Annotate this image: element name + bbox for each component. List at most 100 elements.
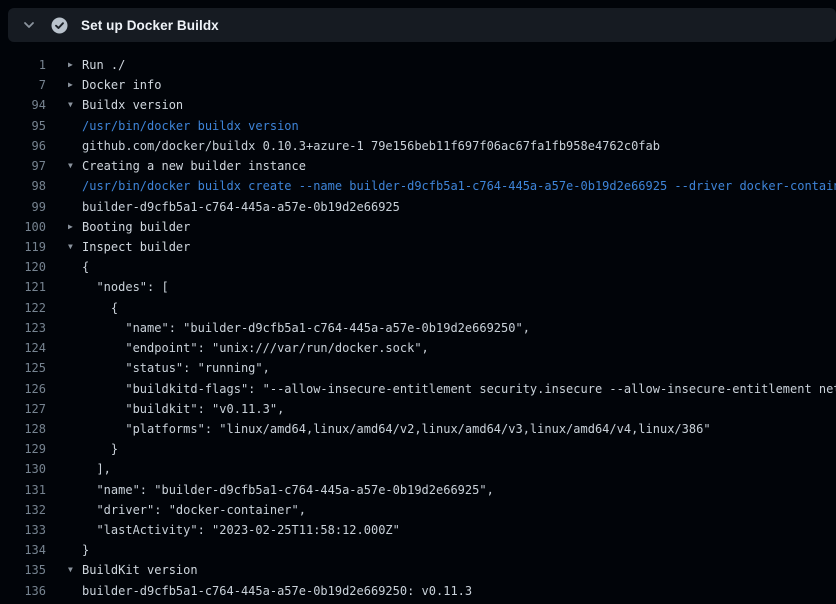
line-number[interactable]: 124	[0, 338, 46, 358]
line-number[interactable]: 96	[0, 136, 46, 156]
line-text: "nodes": [	[82, 277, 169, 297]
line-number[interactable]: 132	[0, 500, 46, 520]
line-number[interactable]: 97	[0, 156, 46, 176]
triangle-icon	[68, 136, 82, 156]
triangle-icon	[68, 257, 82, 277]
log-line: 130 ],	[0, 459, 836, 479]
line-number[interactable]: 133	[0, 520, 46, 540]
line-text: Run ./	[82, 55, 125, 75]
line-number[interactable]: 99	[0, 197, 46, 217]
line-number[interactable]: 94	[0, 95, 46, 115]
line-text: builder-d9cfb5a1-c764-445a-a57e-0b19d2e6…	[82, 197, 400, 217]
log-group-line[interactable]: 7 ▶ Docker info	[0, 75, 836, 95]
line-text: "driver": "docker-container",	[82, 500, 306, 520]
triangle-right-icon[interactable]: ▶	[68, 55, 82, 75]
log-line: 125 "status": "running",	[0, 358, 836, 378]
line-text: "status": "running",	[82, 358, 270, 378]
line-number[interactable]: 129	[0, 439, 46, 459]
line-text: /usr/bin/docker buildx create --name bui…	[82, 176, 836, 196]
triangle-icon	[68, 379, 82, 399]
line-text: "name": "builder-d9cfb5a1-c764-445a-a57e…	[82, 480, 494, 500]
line-text: "lastActivity": "2023-02-25T11:58:12.000…	[82, 520, 400, 540]
log-line: 120 {	[0, 257, 836, 277]
log-line: 129 }	[0, 439, 836, 459]
line-number[interactable]: 1	[0, 55, 46, 75]
log-area: 1 ▶ Run ./ 7 ▶ Docker info 94 ▼ Buildx v…	[0, 42, 836, 604]
triangle-icon	[68, 298, 82, 318]
log-line: 122 {	[0, 298, 836, 318]
triangle-icon	[68, 197, 82, 217]
chevron-down-icon[interactable]	[21, 17, 37, 33]
line-text: }	[82, 439, 118, 459]
line-number[interactable]: 125	[0, 358, 46, 378]
line-number[interactable]: 7	[0, 75, 46, 95]
line-number[interactable]: 127	[0, 399, 46, 419]
line-text: Creating a new builder instance	[82, 156, 306, 176]
line-number[interactable]: 119	[0, 237, 46, 257]
triangle-down-icon[interactable]: ▼	[68, 237, 82, 257]
line-text: /usr/bin/docker buildx version	[82, 116, 299, 136]
log-lines: 1 ▶ Run ./ 7 ▶ Docker info 94 ▼ Buildx v…	[0, 55, 836, 601]
triangle-icon	[68, 480, 82, 500]
line-text: "platforms": "linux/amd64,linux/amd64/v2…	[82, 419, 711, 439]
log-line: 126 "buildkitd-flags": "--allow-insecure…	[0, 379, 836, 399]
line-number[interactable]: 128	[0, 419, 46, 439]
line-text: {	[82, 257, 89, 277]
triangle-icon	[68, 277, 82, 297]
line-text: Inspect builder	[82, 237, 190, 257]
triangle-down-icon[interactable]: ▼	[68, 560, 82, 580]
line-number[interactable]: 121	[0, 277, 46, 297]
log-line: 124 "endpoint": "unix:///var/run/docker.…	[0, 338, 836, 358]
triangle-icon	[68, 459, 82, 479]
line-number[interactable]: 95	[0, 116, 46, 136]
triangle-down-icon[interactable]: ▼	[68, 95, 82, 115]
log-group-line[interactable]: 94 ▼ Buildx version	[0, 95, 836, 115]
triangle-icon	[68, 500, 82, 520]
line-number[interactable]: 122	[0, 298, 46, 318]
line-number[interactable]: 131	[0, 480, 46, 500]
line-text: github.com/docker/buildx 0.10.3+azure-1 …	[82, 136, 660, 156]
log-group-line[interactable]: 97 ▼ Creating a new builder instance	[0, 156, 836, 176]
log-group-line[interactable]: 135 ▼ BuildKit version	[0, 560, 836, 580]
triangle-icon	[68, 399, 82, 419]
line-number[interactable]: 135	[0, 560, 46, 580]
line-text: }	[82, 540, 89, 560]
log-line: 134 }	[0, 540, 836, 560]
log-line: 127 "buildkit": "v0.11.3",	[0, 399, 836, 419]
log-group-line[interactable]: 119 ▼ Inspect builder	[0, 237, 836, 257]
triangle-icon	[68, 176, 82, 196]
triangle-icon	[68, 116, 82, 136]
log-line: 132 "driver": "docker-container",	[0, 500, 836, 520]
line-text: {	[82, 298, 118, 318]
line-number[interactable]: 98	[0, 176, 46, 196]
step-header[interactable]: Set up Docker Buildx	[8, 8, 836, 42]
line-text: Buildx version	[82, 95, 183, 115]
line-number[interactable]: 134	[0, 540, 46, 560]
line-text: Docker info	[82, 75, 161, 95]
line-text: Booting builder	[82, 217, 190, 237]
log-line: 128 "platforms": "linux/amd64,linux/amd6…	[0, 419, 836, 439]
line-number[interactable]: 100	[0, 217, 46, 237]
log-line: 133 "lastActivity": "2023-02-25T11:58:12…	[0, 520, 836, 540]
line-text: "name": "builder-d9cfb5a1-c764-445a-a57e…	[82, 318, 530, 338]
triangle-down-icon[interactable]: ▼	[68, 156, 82, 176]
log-line: 95 /usr/bin/docker buildx version	[0, 116, 836, 136]
line-text: ],	[82, 459, 111, 479]
line-number[interactable]: 126	[0, 379, 46, 399]
check-circle-icon	[50, 16, 68, 34]
triangle-icon	[68, 540, 82, 560]
log-line: 98 /usr/bin/docker buildx create --name …	[0, 176, 836, 196]
log-group-line[interactable]: 100 ▶ Booting builder	[0, 217, 836, 237]
line-number[interactable]: 123	[0, 318, 46, 338]
triangle-right-icon[interactable]: ▶	[68, 217, 82, 237]
triangle-icon	[68, 581, 82, 601]
line-number[interactable]: 120	[0, 257, 46, 277]
triangle-right-icon[interactable]: ▶	[68, 75, 82, 95]
triangle-icon	[68, 419, 82, 439]
line-number[interactable]: 136	[0, 581, 46, 601]
triangle-icon	[68, 439, 82, 459]
line-number[interactable]: 130	[0, 459, 46, 479]
line-text: "endpoint": "unix:///var/run/docker.sock…	[82, 338, 429, 358]
line-text: builder-d9cfb5a1-c764-445a-a57e-0b19d2e6…	[82, 581, 472, 601]
log-group-line[interactable]: 1 ▶ Run ./	[0, 55, 836, 75]
